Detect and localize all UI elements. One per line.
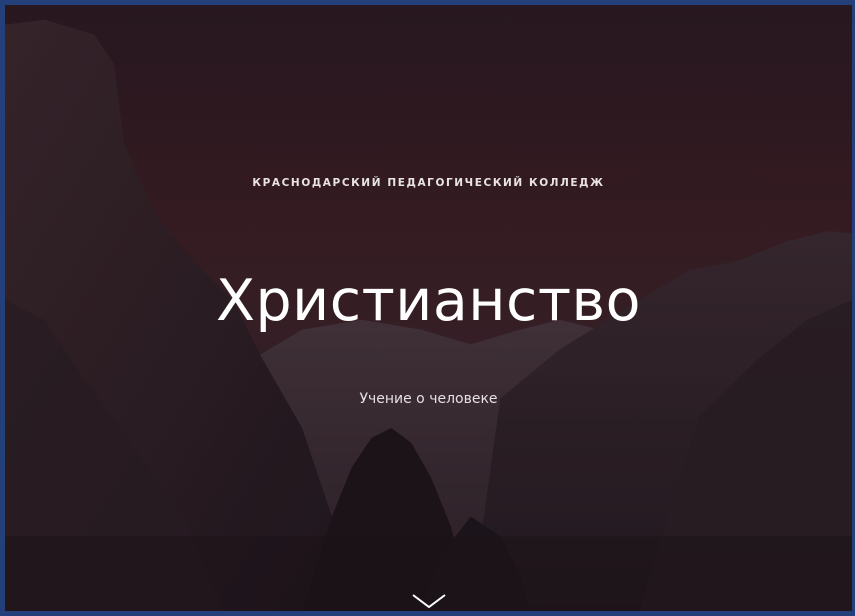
- hero-kicker: КРАСНОДАРСКИЙ ПЕДАГОГИЧЕСКИЙ КОЛЛЕДЖ: [252, 177, 605, 189]
- page-title: Христианство: [215, 268, 642, 334]
- page-frame: КРАСНОДАРСКИЙ ПЕДАГОГИЧЕСКИЙ КОЛЛЕДЖ Хри…: [0, 0, 855, 616]
- hero-subtitle: Учение о человеке: [359, 391, 498, 407]
- scroll-down-button[interactable]: [409, 591, 449, 611]
- hero-section: КРАСНОДАРСКИЙ ПЕДАГОГИЧЕСКИЙ КОЛЛЕДЖ Хри…: [5, 5, 852, 611]
- chevron-down-icon: [411, 594, 446, 609]
